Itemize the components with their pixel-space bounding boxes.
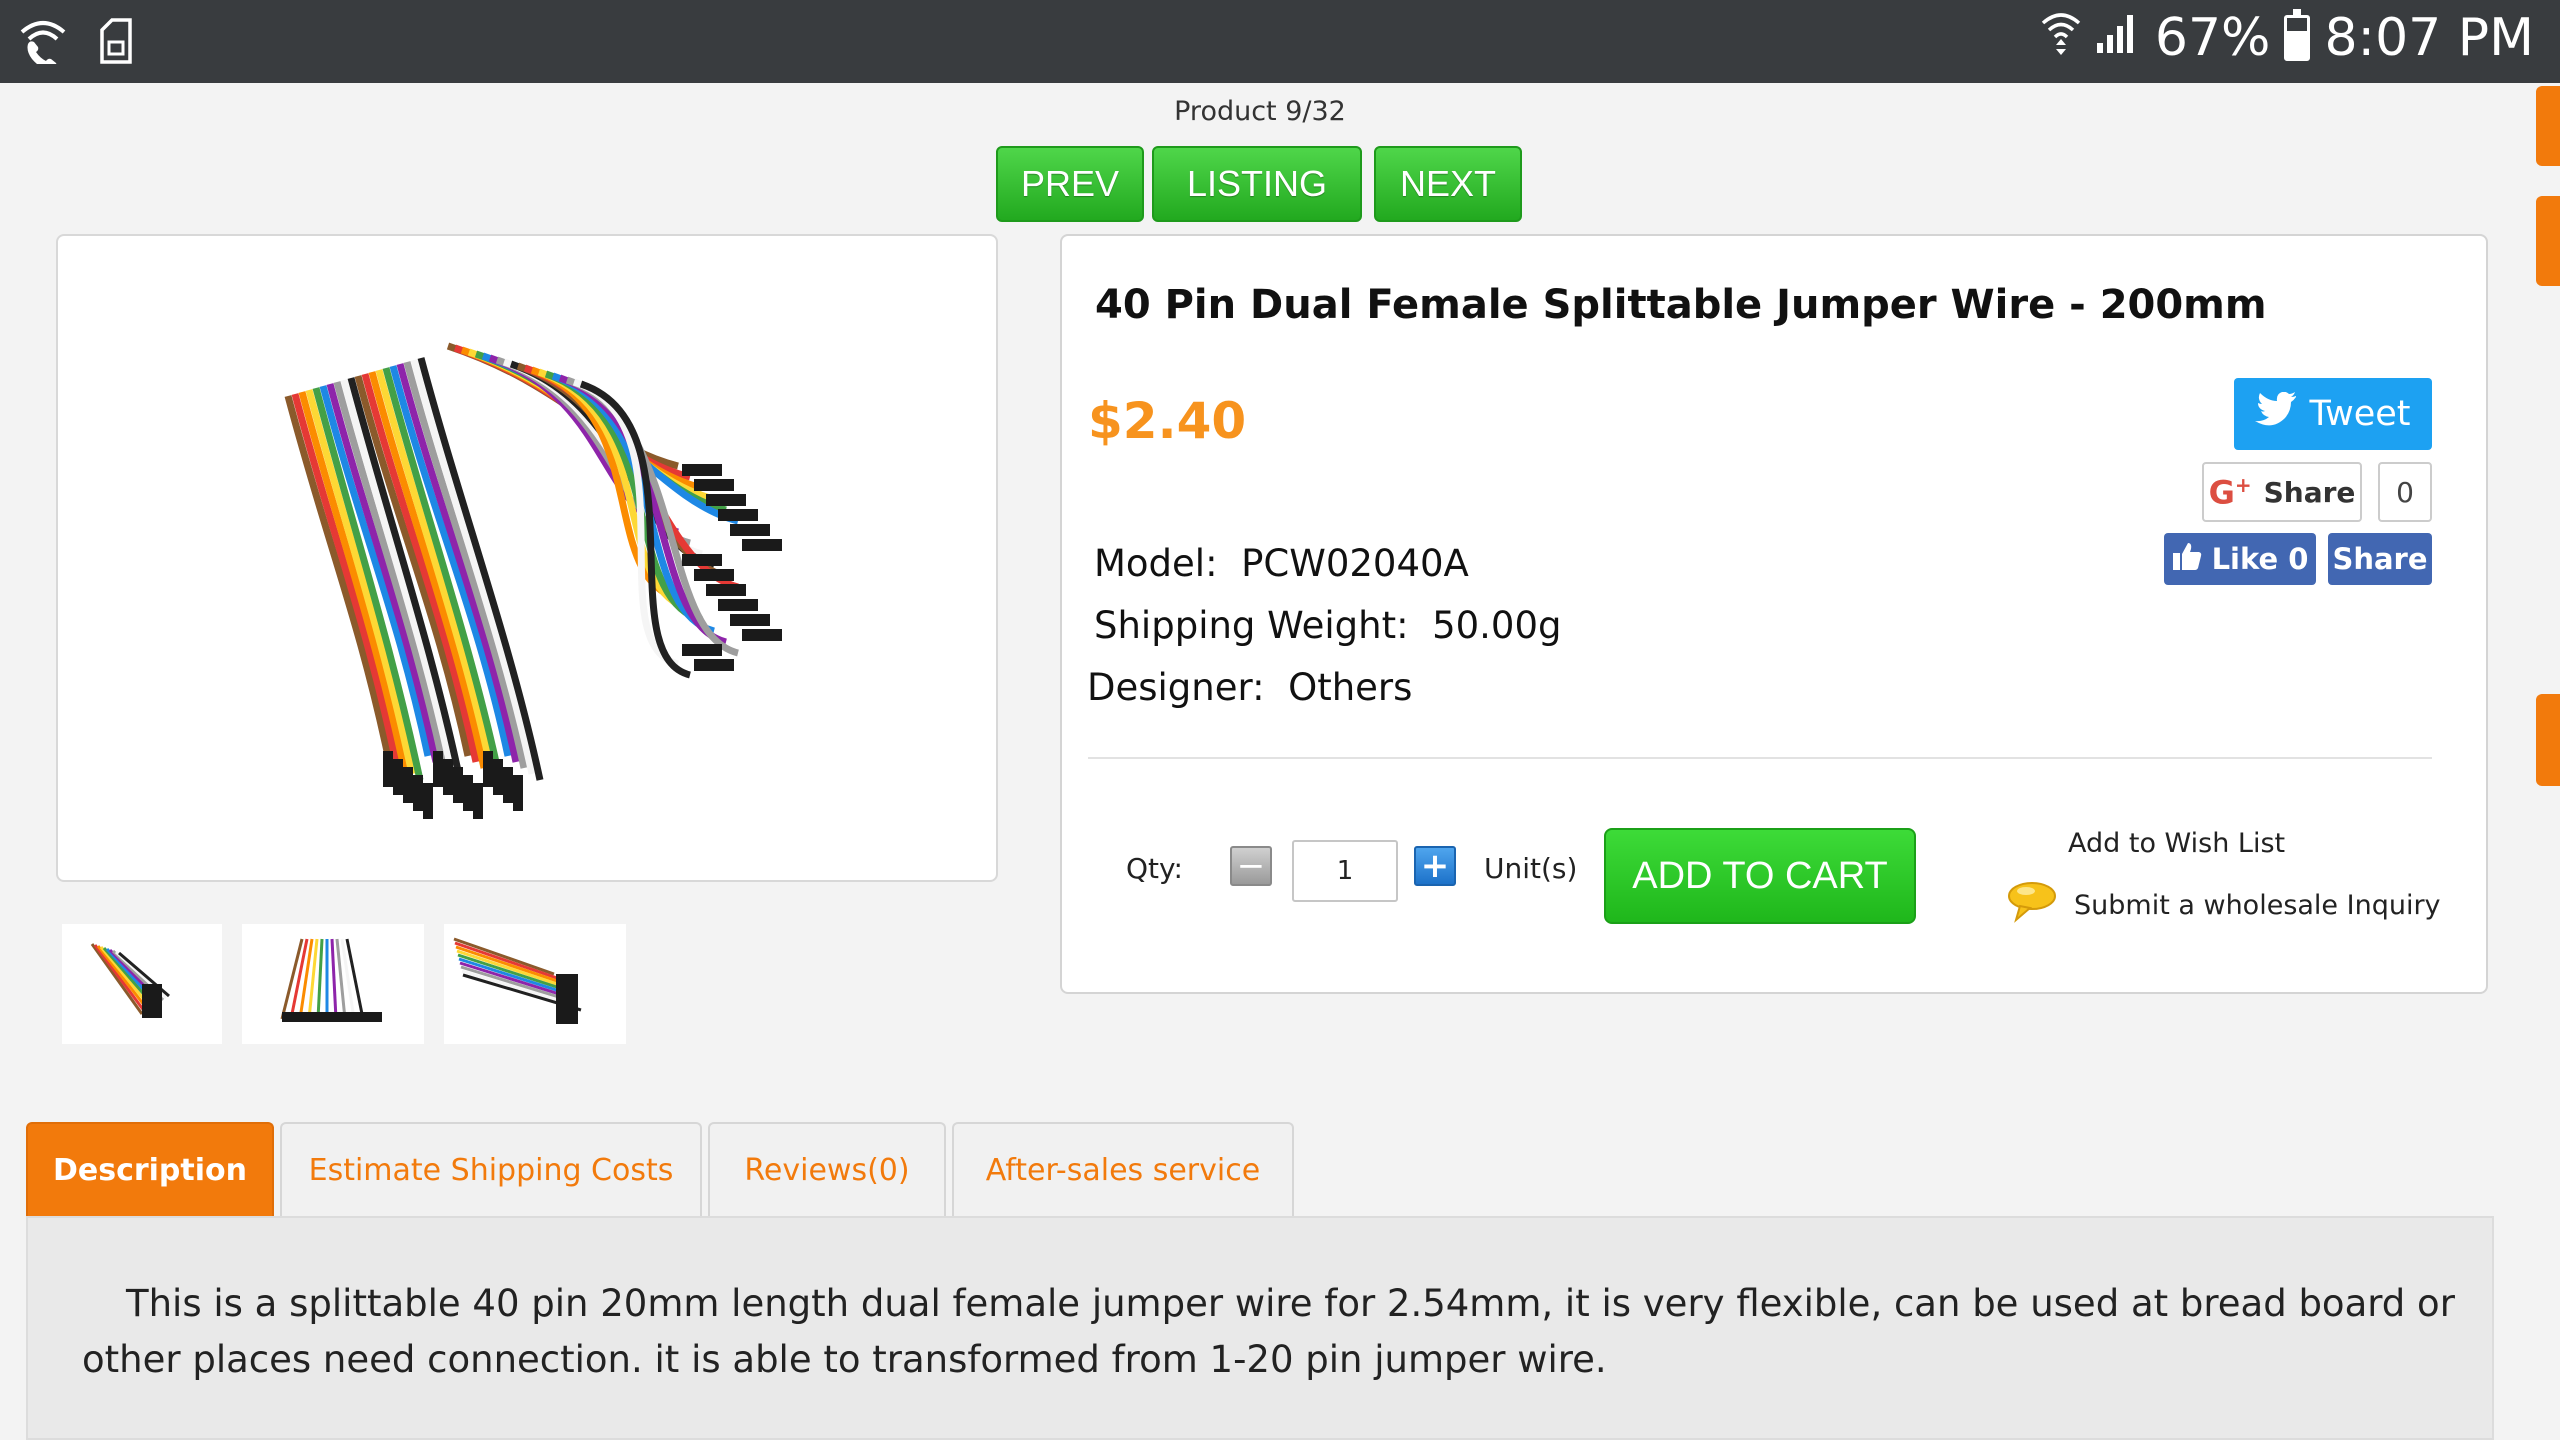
speech-bubble-icon [2006,880,2058,931]
divider [1088,757,2432,759]
product-title: 40 Pin Dual Female Splittable Jumper Wir… [1095,282,2267,328]
thumbnail[interactable] [62,924,222,1044]
battery-icon [2284,9,2311,61]
tab-after-sales[interactable]: After-sales service [952,1122,1294,1216]
minus-icon: − [1236,846,1266,886]
prev-button[interactable]: PREV [996,146,1144,222]
edge-tab[interactable] [2536,196,2560,286]
status-bar: 67% 8:07 PM [0,0,2560,83]
edge-tab[interactable] [2536,694,2560,786]
spec-shipping-weight: Shipping Weight: 50.00g [1094,604,1562,647]
listing-button[interactable]: LISTING [1152,146,1362,222]
product-price: $2.40 [1088,392,1247,450]
add-to-wish-list-link[interactable]: Add to Wish List [2068,828,2285,859]
sim-icon [96,18,136,68]
product-count: Product 9/32 [1174,96,1346,127]
google-plus-share-button[interactable]: G+ Share [2202,462,2362,522]
qty-increase-button[interactable]: + [1414,846,1456,886]
product-description: This is a splittable 40 pin 20mm length … [82,1282,2455,1381]
wholesale-inquiry-link[interactable]: Submit a wholesale Inquiry [2006,880,2441,931]
thumbs-up-icon [2172,541,2202,578]
thumbnail[interactable] [242,924,424,1044]
unit-label: Unit(s) [1484,852,1578,885]
tweet-button[interactable]: Tweet [2234,378,2432,450]
qty-label: Qty: [1126,852,1183,885]
wifi-icon [2041,8,2081,68]
google-plus-icon: G+ [2208,472,2252,512]
facebook-share-button[interactable]: Share [2328,533,2432,585]
clock: 8:07 PM [2324,8,2534,68]
facebook-like-button[interactable]: Like 0 [2164,533,2316,585]
next-button[interactable]: NEXT [1374,146,1522,222]
quantity-input[interactable] [1292,840,1398,902]
product-image[interactable] [58,236,996,880]
wifi-call-icon [18,18,68,70]
qty-decrease-button[interactable]: − [1230,846,1272,886]
battery-percent: 67% [2154,8,2271,68]
tab-reviews[interactable]: Reviews(0) [708,1122,946,1216]
tab-estimate-shipping[interactable]: Estimate Shipping Costs [280,1122,702,1216]
spec-model: Model: PCW02040A [1094,542,1469,585]
plus-icon: + [1420,846,1450,886]
signal-icon [2095,8,2141,68]
tab-description[interactable]: Description [26,1122,274,1232]
add-to-cart-button[interactable]: ADD TO CART [1604,828,1916,924]
edge-tab[interactable] [2536,86,2560,166]
thumbnail[interactable] [444,924,626,1044]
spec-designer: Designer: Others [1087,666,1413,709]
google-plus-count: 0 [2378,462,2432,522]
twitter-bird-icon [2255,391,2297,437]
status-right: 67% 8:07 PM [2041,8,2534,68]
product-image-panel[interactable] [56,234,998,882]
status-left-icons [18,18,136,70]
